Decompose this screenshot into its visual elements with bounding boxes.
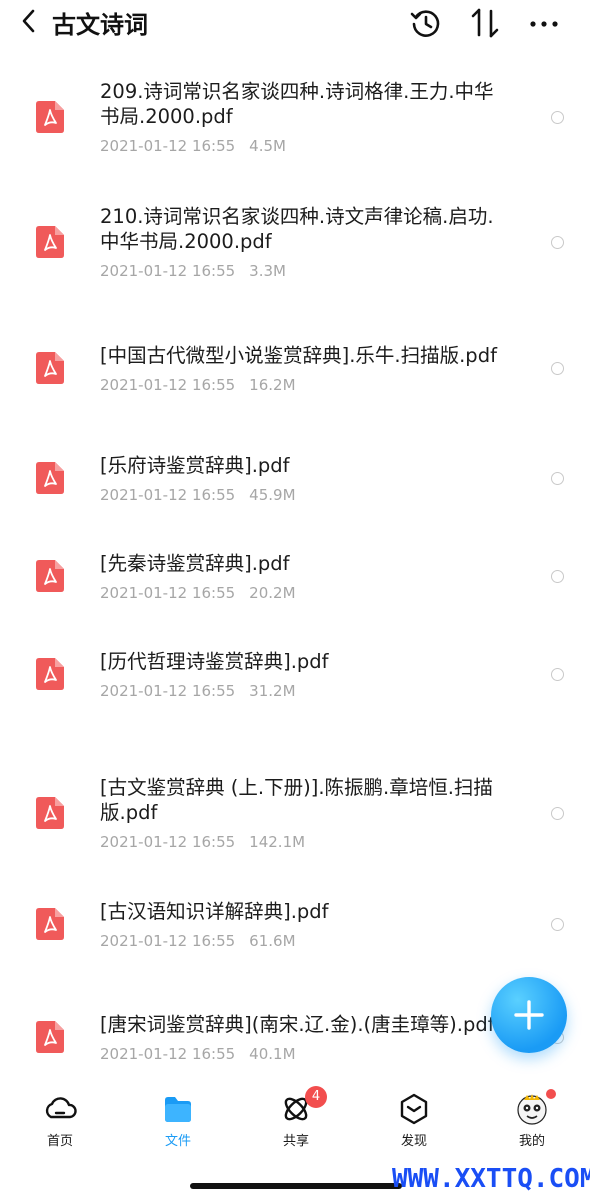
tab-files-label: 文件 [164,1134,191,1149]
more-icon[interactable] [527,6,561,40]
pdf-file-icon [36,797,64,829]
home-indicator[interactable] [190,1183,402,1189]
file-name: 209.诗词常识名家谈四种.诗词格律.王力.中华书局.2000.pdf [100,80,494,128]
pdf-file-icon [36,908,64,940]
tab-mine-label: 我的 [518,1134,545,1149]
pdf-file-icon [36,1021,64,1053]
pdf-file-icon [36,462,64,494]
file-info: [唐宋词鉴赏辞典](南宋.辽.金).(唐圭璋等).pdf 2021-01-12 1… [100,1012,500,1063]
file-size: 40.1M [249,1044,296,1063]
file-row[interactable]: [乐府诗鉴赏辞典].pdf 2021-01-12 16:55 45.9M [0,438,590,518]
mine-notification-dot [545,1088,557,1100]
file-meta: 2021-01-12 16:55 3.3M [100,262,500,280]
cloud-home-icon [45,1097,77,1119]
file-size: 31.2M [249,681,296,700]
pdf-file-icon [36,352,64,384]
file-meta: 2021-01-12 16:55 4.5M [100,137,500,155]
file-info: [乐府诗鉴赏辞典].pdf 2021-01-12 16:55 45.9M [100,453,500,504]
file-date: 2021-01-12 16:55 [100,583,236,602]
select-radio[interactable] [551,806,564,820]
file-date: 2021-01-12 16:55 [100,681,236,700]
file-size: 16.2M [249,375,296,394]
page-title: 古文诗词 [52,11,148,39]
file-size: 4.5M [249,137,286,155]
file-meta: 2021-01-12 16:55 20.2M [100,584,500,602]
file-info: [古文鉴赏辞典 (上.下册)].陈振鹏.章培恒.扫描版.pdf 2021-01-1… [100,775,500,851]
avatar [517,1094,547,1125]
pdf-file-icon [36,226,64,258]
file-date: 2021-01-12 16:55 [100,931,236,950]
pdf-file-icon [36,658,64,690]
select-radio[interactable] [551,667,564,681]
tab-home-label: 首页 [46,1134,73,1149]
select-radio[interactable] [551,361,564,375]
tab-mine[interactable]: 我的 [492,1088,572,1149]
discover-cube-icon [400,1093,428,1125]
file-meta: 2021-01-12 16:55 31.2M [100,682,500,700]
watermark-text: WWW.XXTTQ.COM [392,1164,590,1194]
file-row[interactable]: [古汉语知识详解辞典].pdf 2021-01-12 16:55 61.6M [0,884,590,964]
tab-discover-label: 发现 [400,1134,427,1149]
file-row[interactable]: 210.诗词常识名家谈四种.诗文声律论稿.启功.中华书局.2000.pdf 202… [0,187,590,297]
file-date: 2021-01-12 16:55 [100,262,236,280]
file-info: [先秦诗鉴赏辞典].pdf 2021-01-12 16:55 20.2M [100,551,500,602]
add-button[interactable] [491,977,567,1053]
sort-icon[interactable] [468,6,502,40]
file-meta: 2021-01-12 16:55 16.2M [100,376,500,394]
tab-files[interactable]: 文件 [138,1092,218,1149]
plus-icon [514,1000,544,1030]
file-name: [历代哲理诗鉴赏辞典].pdf [100,649,329,673]
file-row[interactable]: [先秦诗鉴赏辞典].pdf 2021-01-12 16:55 20.2M [0,536,590,616]
select-radio[interactable] [551,110,564,124]
file-meta: 2021-01-12 16:55 40.1M [100,1045,500,1063]
folder-icon [165,1097,191,1122]
file-info: [历代哲理诗鉴赏辞典].pdf 2021-01-12 16:55 31.2M [100,649,500,700]
tab-share-label: 共享 [282,1134,309,1149]
history-icon[interactable] [408,6,442,40]
file-date: 2021-01-12 16:55 [100,1044,236,1063]
tab-share[interactable]: 4 共享 [256,1086,336,1149]
file-info: [古汉语知识详解辞典].pdf 2021-01-12 16:55 61.6M [100,899,500,950]
file-name: [中国古代微型小说鉴赏辞典].乐牛.扫描版.pdf [100,343,497,367]
file-name: [先秦诗鉴赏辞典].pdf [100,551,290,575]
file-row[interactable]: [历代哲理诗鉴赏辞典].pdf 2021-01-12 16:55 31.2M [0,634,590,714]
select-radio[interactable] [551,471,564,485]
file-meta: 2021-01-12 16:55 61.6M [100,932,500,950]
pdf-file-icon [36,560,64,592]
select-radio[interactable] [551,917,564,931]
file-info: 209.诗词常识名家谈四种.诗词格律.王力.中华书局.2000.pdf 2021-… [100,79,500,155]
share-badge: 4 [305,1086,327,1108]
file-date: 2021-01-12 16:55 [100,137,236,155]
tab-bar: 首页 文件 4 共享 发现 我的 [0,1082,590,1162]
file-name: [古汉语知识详解辞典].pdf [100,899,329,923]
file-size: 3.3M [249,262,286,280]
file-size: 142.1M [249,833,306,851]
file-info: 210.诗词常识名家谈四种.诗文声律论稿.启功.中华书局.2000.pdf 202… [100,204,500,280]
file-size: 61.6M [249,931,296,950]
file-info: [中国古代微型小说鉴赏辞典].乐牛.扫描版.pdf 2021-01-12 16:5… [100,343,500,394]
file-name: [唐宋词鉴赏辞典](南宋.辽.金).(唐圭璋等).pdf [100,1012,495,1036]
file-row[interactable]: [中国古代微型小说鉴赏辞典].乐牛.扫描版.pdf 2021-01-12 16:5… [0,313,590,423]
file-row[interactable]: 209.诗词常识名家谈四种.诗词格律.王力.中华书局.2000.pdf 2021-… [0,62,590,172]
file-date: 2021-01-12 16:55 [100,833,236,851]
file-date: 2021-01-12 16:55 [100,485,236,504]
tab-discover[interactable]: 发现 [374,1092,454,1149]
back-arrow-icon[interactable] [18,8,42,34]
file-size: 45.9M [249,485,296,504]
file-meta: 2021-01-12 16:55 45.9M [100,486,500,504]
file-name: [古文鉴赏辞典 (上.下册)].陈振鹏.章培恒.扫描版.pdf [100,776,493,824]
tab-home[interactable]: 首页 [20,1092,100,1149]
select-radio[interactable] [551,235,564,249]
select-radio[interactable] [551,569,564,583]
top-bar: 古文诗词 [0,0,590,46]
file-name: 210.诗词常识名家谈四种.诗文声律论稿.启功.中华书局.2000.pdf [100,205,494,253]
file-row[interactable]: [古文鉴赏辞典 (上.下册)].陈振鹏.章培恒.扫描版.pdf 2021-01-1… [0,758,590,868]
file-size: 20.2M [249,583,296,602]
file-meta: 2021-01-12 16:55 142.1M [100,833,500,851]
file-date: 2021-01-12 16:55 [100,375,236,394]
pdf-file-icon [36,101,64,133]
file-name: [乐府诗鉴赏辞典].pdf [100,453,290,477]
